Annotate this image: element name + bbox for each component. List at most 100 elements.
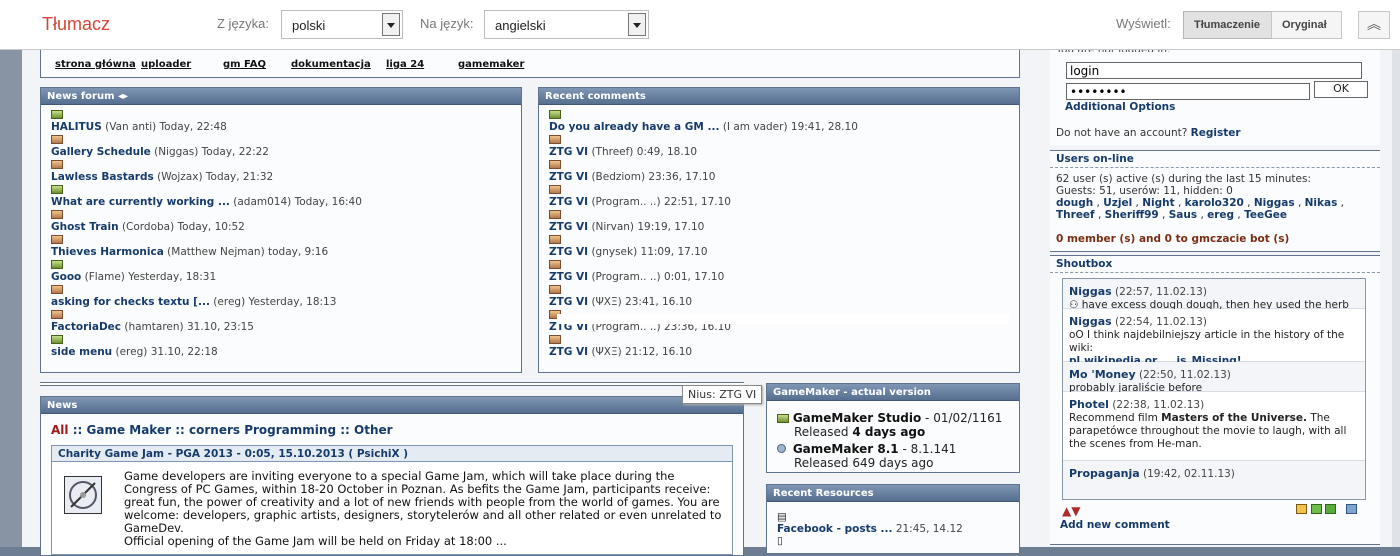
comment-meta: (Program.. ..) 22:51, 17.10 [591,196,731,208]
arrow-up-icon[interactable]: ▲ [1062,504,1071,518]
comment-meta: (ΨΧΞ) 21:12, 16.10 [591,346,693,358]
comment-link[interactable]: Do you already have a GM ... [549,121,719,133]
to-language-select[interactable]: angielski [484,10,649,39]
collapse-bar-button[interactable]: ︽ [1358,11,1390,39]
resource-link[interactable]: Facebook - posts ... [777,523,892,535]
thread-icon [51,135,63,144]
login-ok-button[interactable]: OK [1314,81,1368,98]
forum-thread-link[interactable]: FactoriaDec [51,321,121,333]
comment-meta: (Nirvan) 19:19, 17.10 [591,221,705,233]
comment-link[interactable]: ZTG VI [549,196,588,208]
forum-thread-meta: (Wojzax) Today, 21:32 [157,171,274,183]
comment-link[interactable]: ZTG VI [549,146,588,158]
online-user-link[interactable]: karolo320 [1185,197,1244,209]
arrows-icon[interactable]: ◂▸ [118,91,128,102]
article-body: Game developers are inviting everyone to… [124,469,722,548]
forum-thread-link[interactable]: Thieves Harmonica [51,246,164,258]
bots-count: 0 member (s) and 0 to gmczacie bot (s) [1056,233,1290,245]
nav-link-docs[interactable]: dokumentacja [291,59,371,70]
tab-corners-programming[interactable]: corners Programming [189,423,336,437]
shout-author[interactable]: Niggas [1069,285,1112,298]
forum-thread-meta: (Flame) Yesterday, 18:31 [84,271,217,283]
register-link[interactable]: Register [1191,127,1241,139]
forum-thread-meta: (ereg) 31.10, 22:18 [115,346,218,358]
window-icon[interactable] [1345,504,1357,514]
online-user-link[interactable]: Saus [1169,209,1197,221]
online-user-link[interactable]: Sheriff99 [1105,209,1159,221]
tab-other[interactable]: Other [354,423,393,437]
shout-message: Niggas (22:57, 11.02.13) ⚇ have excess do… [1063,279,1365,311]
nav-link-league[interactable]: liga 24 [386,59,424,70]
thread-icon [51,185,63,194]
comment-list-item: ZTG VI (Bedziom) 23:36, 17.10 [549,171,715,183]
online-user-link[interactable]: Nikas [1305,197,1338,209]
gm8-name[interactable]: GameMaker 8.1 [793,442,899,456]
shoutbox-panel: Shoutbox Niggas (22:57, 11.02.13) ⚇ have … [1050,255,1380,545]
password-input[interactable] [1066,83,1310,100]
shoutbox-header: Shoutbox [1050,256,1380,273]
shoutbox-messages[interactable]: Niggas (22:57, 11.02.13) ⚇ have excess do… [1062,278,1366,500]
online-user-link[interactable]: Niggas [1254,197,1295,209]
tab-all[interactable]: All [51,423,69,437]
from-language-value: polski [292,18,326,33]
comment-icon [549,285,561,294]
comment-icon [549,160,561,169]
forum-thread-link[interactable]: Gooo [51,271,81,283]
nav-link-uploader[interactable]: uploader [141,59,191,70]
comment-link[interactable]: ZTG VI [549,271,588,283]
shout-author[interactable]: Niggas [1069,315,1112,328]
nav-link-home[interactable]: strona główna [55,59,136,70]
nav-link-gamemaker[interactable]: gamemaker [458,59,524,70]
forum-thread-link[interactable]: Gallery Schedule [51,146,151,158]
nav-link-gm-faq[interactable]: gm FAQ [223,59,266,70]
studio-icon [777,414,789,423]
arrow-down-icon[interactable]: ▼ [1071,504,1080,518]
login-input[interactable] [1066,62,1362,79]
thread-icon [51,235,63,244]
thread-icon [51,335,63,344]
forum-thread-link[interactable]: Lawless Bastards [51,171,154,183]
comment-link[interactable]: ZTG VI [549,346,588,358]
comment-link[interactable]: ZTG VI [549,246,588,258]
online-user-link[interactable]: Night [1142,197,1174,209]
comment-list-item: ZTG VI (Program.. ..) 22:51, 17.10 [549,196,731,208]
page-scrollbar[interactable] [1392,50,1400,547]
forum-thread-meta: (ereg) Yesterday, 18:13 [213,296,337,308]
comment-link[interactable]: ZTG VI [549,171,588,183]
forum-list-item: Gallery Schedule (Niggas) Today, 22:22 [51,146,269,158]
thread-icon [51,210,63,219]
plus-icon[interactable] [1310,504,1322,514]
shoutbox-arrows[interactable]: ▲▼ [1062,504,1080,518]
comment-meta: (Threef) 0:49, 18.10 [591,146,698,158]
gm-studio-name[interactable]: GameMaker Studio [793,411,921,425]
original-button[interactable]: Oryginał [1271,11,1342,39]
minus-icon[interactable] [1325,504,1336,514]
smiley-icon[interactable] [1296,504,1307,514]
forum-thread-link[interactable]: asking for checks textu [... [51,296,210,308]
additional-options-link[interactable]: Additional Options [1065,101,1175,113]
add-comment-link[interactable]: Add new comment [1060,519,1170,531]
online-user-link[interactable]: TeeGee [1244,209,1287,221]
shout-author[interactable]: Photel [1069,398,1109,411]
forum-list-item: Ghost Train (Cordoba) Today, 10:52 [51,221,245,233]
forum-thread-link[interactable]: Ghost Train [51,221,119,233]
forum-thread-link[interactable]: side menu [51,346,112,358]
thread-icon [51,110,63,119]
forum-thread-link[interactable]: HALITUS [51,121,102,133]
online-user-link[interactable]: Uzjel [1103,197,1132,209]
comment-link[interactable]: ZTG VI [549,296,588,308]
document-icon: ▯ [777,535,783,547]
article-title[interactable]: Charity Game Jam - PGA 2013 - 0:05, 15.1… [52,446,732,462]
forum-thread-link[interactable]: What are currently working ... [51,196,230,208]
tab-game-maker[interactable]: Game Maker [87,423,172,437]
shout-author[interactable]: Mo 'Money [1069,368,1136,381]
online-user-link[interactable]: dough [1056,197,1093,209]
tooltip: Nius: ZTG VI [682,385,763,404]
online-user-link[interactable]: Threef [1056,209,1095,221]
translation-button[interactable]: Tłumaczenie [1183,11,1272,39]
comment-link[interactable]: ZTG VI [549,221,588,233]
online-user-link[interactable]: ereg [1207,209,1234,221]
from-language-select[interactable]: polski [281,10,403,39]
gm8-icon [777,444,786,453]
shout-author[interactable]: Propaganja [1069,467,1140,480]
